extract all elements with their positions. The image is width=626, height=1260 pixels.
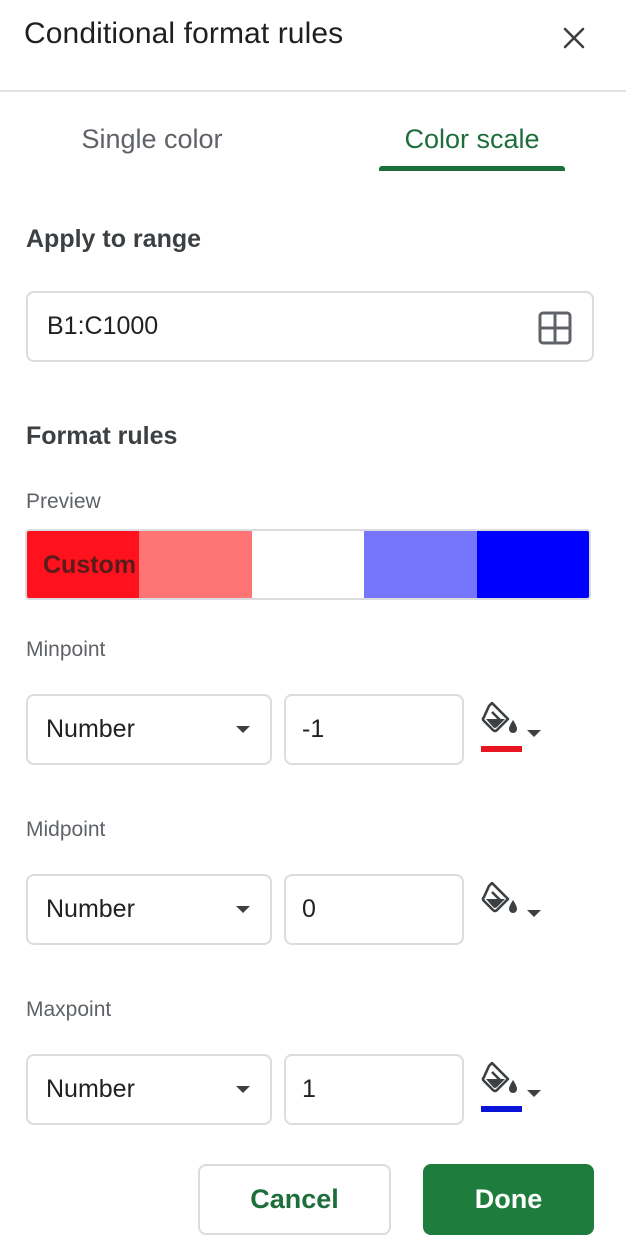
color-scale-preview[interactable]: Custom xyxy=(25,529,591,600)
midpoint-label: Midpoint xyxy=(26,818,106,841)
caret-down-icon xyxy=(236,726,250,733)
maxpoint-type-value: Number xyxy=(46,1075,135,1103)
done-button[interactable]: Done xyxy=(423,1164,594,1235)
maxpoint-color-bar xyxy=(481,1106,522,1112)
apply-to-range-label: Apply to range xyxy=(26,225,202,253)
tab-color-scale[interactable]: Color scale xyxy=(379,120,565,172)
fill-color-icon xyxy=(481,702,517,733)
caret-down-icon xyxy=(236,906,250,913)
preview-swatch-2 xyxy=(139,531,252,598)
maxpoint-type-select[interactable]: Number xyxy=(26,1054,272,1125)
caret-down-icon xyxy=(527,730,541,737)
midpoint-value-input[interactable] xyxy=(284,874,464,945)
close-icon[interactable] xyxy=(556,20,592,56)
caret-down-icon xyxy=(236,1086,250,1093)
midpoint-type-value: Number xyxy=(46,895,135,923)
maxpoint-value-input[interactable] xyxy=(284,1054,464,1125)
preview-custom-text: Custom xyxy=(43,551,137,579)
preview-label: Preview xyxy=(26,490,101,513)
minpoint-color-bar xyxy=(481,746,522,752)
range-input[interactable]: B1:C1000 xyxy=(26,291,594,362)
select-range-grid-icon[interactable] xyxy=(538,311,572,345)
minpoint-type-value: Number xyxy=(46,715,135,743)
cancel-button[interactable]: Cancel xyxy=(198,1164,391,1235)
midpoint-color-bar xyxy=(481,926,522,932)
maxpoint-fill-color-button[interactable] xyxy=(478,1062,548,1118)
preview-swatch-4 xyxy=(364,531,477,598)
tab-single-color[interactable]: Single color xyxy=(40,120,264,172)
caret-down-icon xyxy=(527,1090,541,1097)
dialog-title: Conditional format rules xyxy=(24,17,344,50)
active-tab-indicator xyxy=(379,166,565,171)
maxpoint-label: Maxpoint xyxy=(26,998,112,1021)
dialog-header: Conditional format rules xyxy=(0,0,626,92)
midpoint-type-select[interactable]: Number xyxy=(26,874,272,945)
close-button[interactable] xyxy=(556,20,592,56)
minpoint-label: Minpoint xyxy=(26,638,106,661)
minpoint-value-input[interactable] xyxy=(284,694,464,765)
minpoint-type-select[interactable]: Number xyxy=(26,694,272,765)
caret-down-icon xyxy=(527,910,541,917)
midpoint-fill-color-button[interactable] xyxy=(478,882,548,938)
fill-color-icon xyxy=(481,1062,517,1093)
fill-color-icon xyxy=(481,882,517,913)
preview-swatch-3 xyxy=(251,531,365,598)
preview-swatch-5 xyxy=(476,531,589,598)
minpoint-fill-color-button[interactable] xyxy=(478,702,548,758)
format-rules-label: Format rules xyxy=(26,422,178,450)
range-input-value[interactable]: B1:C1000 xyxy=(47,311,158,341)
